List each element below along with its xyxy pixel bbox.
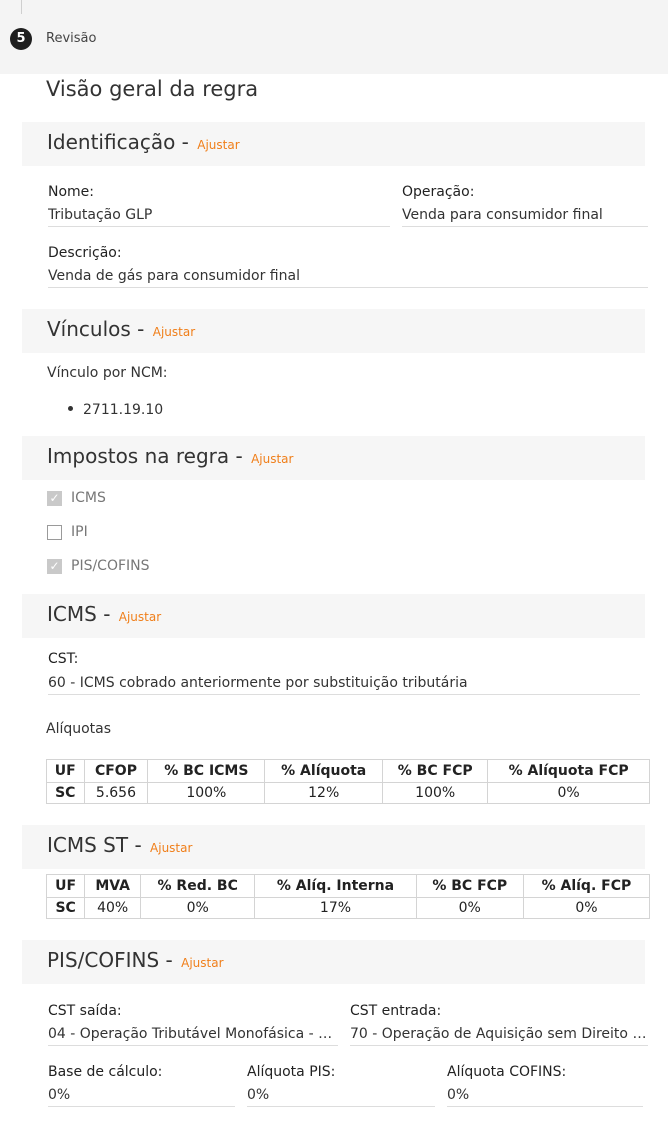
- title-separator: -: [165, 948, 173, 972]
- adjust-icms-link[interactable]: Ajustar: [119, 610, 161, 624]
- cst-entrada-value: 70 - Operação de Aquisição sem Direito a…: [350, 1026, 648, 1046]
- column-header: % Alíquota FCP: [487, 759, 650, 783]
- column-header: % Alíq. FCP: [522, 874, 651, 898]
- table-cell: 0%: [487, 782, 650, 804]
- nome-value: Tributação GLP: [48, 207, 390, 227]
- cst-entrada-label: CST entrada:: [350, 1003, 442, 1019]
- vinculo-ncm-label: Vínculo por NCM:: [47, 365, 168, 381]
- adjust-impostos-link[interactable]: Ajustar: [251, 452, 293, 466]
- section-title: Vínculos - Ajustar: [47, 317, 195, 341]
- table-header-row: UF CFOP % BC ICMS % Alíquota % BC FCP % …: [46, 759, 650, 783]
- adjust-icms-st-link[interactable]: Ajustar: [150, 841, 192, 855]
- column-header: UF: [45, 874, 86, 898]
- section-vinculos: Vínculos - Ajustar: [22, 309, 645, 353]
- table-cell: 40%: [84, 897, 142, 919]
- tax-option-ipi: IPI: [47, 524, 88, 540]
- tax-option-label: PIS/COFINS: [71, 558, 150, 574]
- title-separator: -: [137, 317, 145, 341]
- tax-option-label: ICMS: [71, 490, 106, 506]
- table-cell: 12%: [264, 782, 384, 804]
- cst-saida-label: CST saída:: [48, 1003, 122, 1019]
- aliquota-pis-label: Alíquota PIS:: [247, 1064, 336, 1080]
- adjust-vinculos-link[interactable]: Ajustar: [153, 325, 195, 339]
- step-connector-line: [21, 0, 22, 14]
- table-cell: SC: [46, 782, 85, 804]
- column-header: % Alíq. Interna: [254, 874, 417, 898]
- base-calculo-label: Base de cálculo:: [48, 1064, 163, 1080]
- adjust-identificacao-link[interactable]: Ajustar: [197, 138, 239, 152]
- descricao-label: Descrição:: [48, 245, 122, 261]
- column-header: CFOP: [83, 759, 149, 783]
- title-separator: -: [235, 444, 243, 468]
- section-title-text: PIS/COFINS: [47, 948, 160, 972]
- nome-label: Nome:: [48, 184, 95, 200]
- section-title-text: Vínculos: [47, 317, 131, 341]
- section-icms: ICMS - Ajustar: [22, 594, 645, 638]
- table-cell: 100%: [147, 782, 266, 804]
- tax-option-label: IPI: [71, 524, 88, 540]
- aliquota-cofins-label: Alíquota COFINS:: [447, 1064, 567, 1080]
- tax-option-pis-cofins: ✓ PIS/COFINS: [47, 558, 150, 574]
- descricao-value: Venda de gás para consumidor final: [48, 268, 648, 288]
- checkbox-unchecked-icon: [47, 524, 62, 540]
- table-cell: 5.656: [83, 782, 149, 804]
- section-title: Identificação - Ajustar: [47, 130, 240, 154]
- section-title-text: ICMS ST: [47, 833, 129, 857]
- icms-cst-label: CST:: [48, 651, 79, 667]
- adjust-pis-cofins-link[interactable]: Ajustar: [181, 956, 223, 970]
- checkbox-checked-icon: ✓: [47, 558, 62, 574]
- table-row: SC 40% 0% 17% 0% 0%: [45, 897, 651, 919]
- cst-saida-value: 04 - Operação Tributável Monofásica - Re…: [48, 1026, 338, 1046]
- section-icms-st: ICMS ST - Ajustar: [22, 825, 645, 869]
- step-header: 5 Revisão: [0, 0, 668, 74]
- section-title: ICMS - Ajustar: [47, 602, 161, 626]
- base-calculo-value: 0%: [48, 1087, 235, 1107]
- title-separator: -: [134, 833, 142, 857]
- table-cell: 0%: [415, 897, 524, 919]
- aliquotas-label: Alíquotas: [46, 721, 112, 737]
- section-title-text: Identificação: [47, 130, 176, 154]
- table-cell: SC: [45, 897, 86, 919]
- column-header: % BC ICMS: [147, 759, 266, 783]
- column-header: MVA: [84, 874, 142, 898]
- icms-aliquotas-table: UF CFOP % BC ICMS % Alíquota % BC FCP % …: [46, 759, 650, 804]
- column-header: % Alíquota: [264, 759, 384, 783]
- section-title-text: Impostos na regra: [47, 444, 230, 468]
- column-header: % BC FCP: [415, 874, 524, 898]
- column-header: UF: [46, 759, 85, 783]
- aliquota-cofins-value: 0%: [447, 1087, 643, 1107]
- column-header: % Red. BC: [140, 874, 256, 898]
- table-cell: 100%: [382, 782, 489, 804]
- icms-cst-value: 60 - ICMS cobrado anteriormente por subs…: [48, 675, 640, 695]
- checkbox-checked-icon: ✓: [47, 490, 62, 506]
- aliquota-pis-value: 0%: [247, 1087, 435, 1107]
- section-title: ICMS ST - Ajustar: [47, 833, 192, 857]
- section-pis-cofins: PIS/COFINS - Ajustar: [22, 940, 645, 984]
- tax-option-icms: ✓ ICMS: [47, 490, 106, 506]
- icms-st-table: UF MVA % Red. BC % Alíq. Interna % BC FC…: [45, 874, 651, 919]
- step-number-badge: 5: [10, 28, 32, 50]
- section-title: PIS/COFINS - Ajustar: [47, 948, 224, 972]
- section-impostos: Impostos na regra - Ajustar: [22, 436, 645, 480]
- ncm-list-item: 2711.19.10: [68, 402, 163, 418]
- section-identificacao: Identificação - Ajustar: [22, 122, 645, 166]
- column-header: % BC FCP: [382, 759, 489, 783]
- operacao-label: Operação:: [402, 184, 475, 200]
- table-cell: 17%: [254, 897, 417, 919]
- table-cell: 0%: [140, 897, 256, 919]
- title-separator: -: [103, 602, 111, 626]
- step-label[interactable]: Revisão: [46, 31, 96, 46]
- page-title: Visão geral da regra: [46, 77, 259, 101]
- table-row: SC 5.656 100% 12% 100% 0%: [46, 782, 650, 804]
- section-title-text: ICMS: [47, 602, 97, 626]
- title-separator: -: [181, 130, 189, 154]
- table-cell: 0%: [522, 897, 651, 919]
- section-title: Impostos na regra - Ajustar: [47, 444, 293, 468]
- table-header-row: UF MVA % Red. BC % Alíq. Interna % BC FC…: [45, 874, 651, 898]
- operacao-value: Venda para consumidor final: [402, 207, 648, 227]
